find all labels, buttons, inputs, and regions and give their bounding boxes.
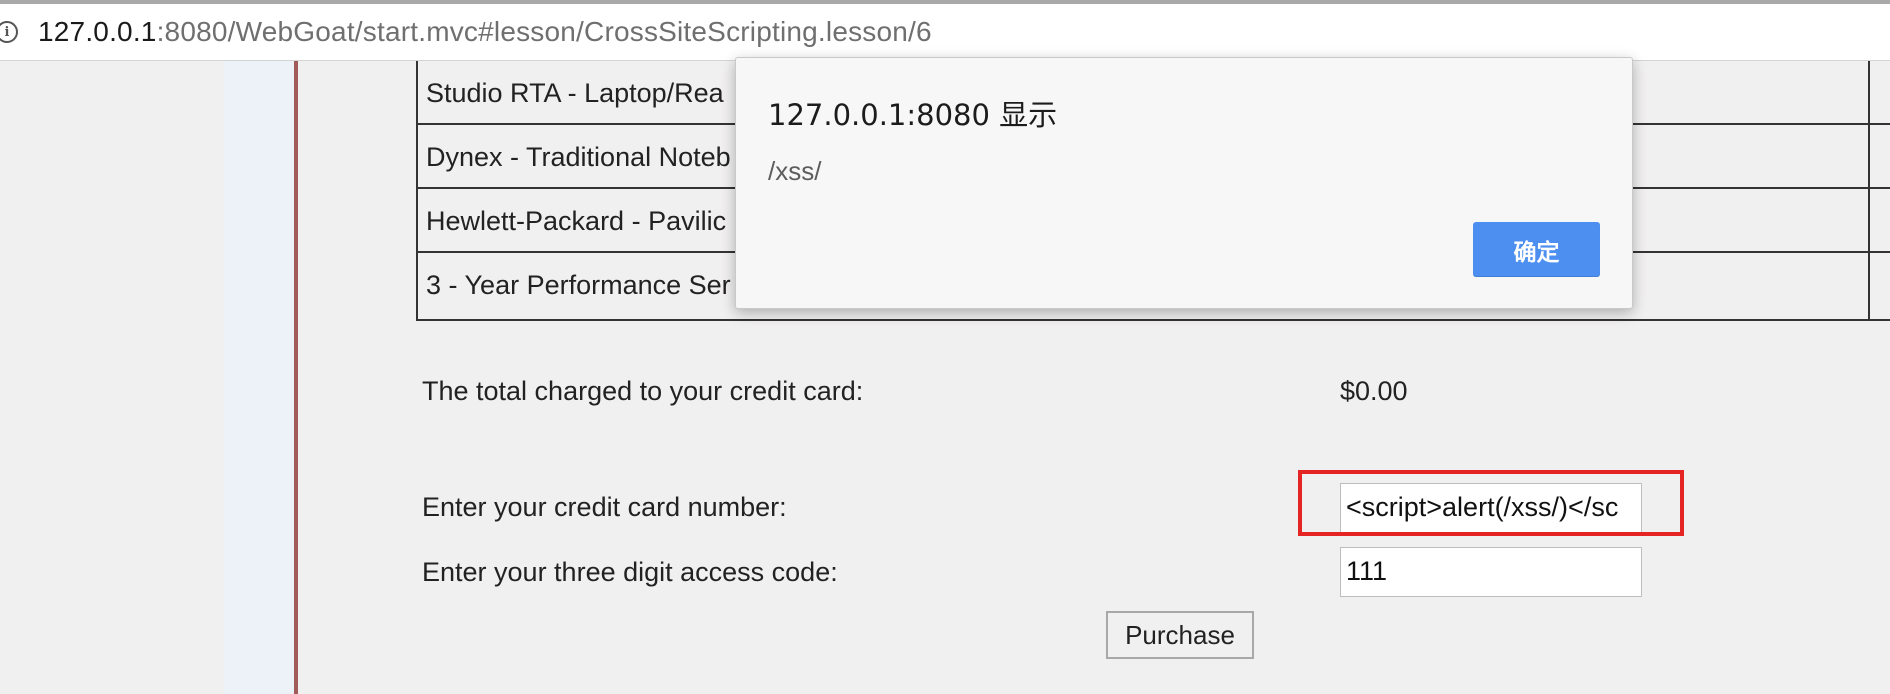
url-path: :8080/WebGoat/start.mvc#lesson/CrossSite… <box>156 16 932 47</box>
dialog-message: /xss/ <box>768 156 822 186</box>
product-name: Dynex - Traditional Noteb <box>426 142 731 172</box>
total-value: $0.00 <box>1340 376 1408 406</box>
product-name: 3 - Year Performance Ser <box>426 270 731 300</box>
purchase-button[interactable]: Purchase <box>1106 611 1254 659</box>
product-name: Studio RTA - Laptop/Rea <box>426 78 724 108</box>
address-bar[interactable]: i 127.0.0.1:8080/WebGoat/start.mvc#lesso… <box>0 4 1890 61</box>
page-gutter <box>0 61 224 694</box>
credit-card-input[interactable]: <script>alert(/xss/)</sc <box>1340 483 1642 533</box>
column-divider <box>1868 253 1870 319</box>
column-divider <box>1868 61 1870 123</box>
alert-dialog: 127.0.0.1:8080 显示 /xss/ 确定 <box>735 57 1633 309</box>
total-label: The total charged to your credit card: <box>422 376 864 406</box>
content-left-border <box>294 61 298 694</box>
column-divider <box>1868 125 1870 187</box>
site-info-icon[interactable]: i <box>0 21 18 43</box>
credit-card-label: Enter your credit card number: <box>422 492 787 522</box>
access-code-input[interactable]: 111 <box>1340 547 1642 597</box>
dialog-title: 127.0.0.1:8080 显示 <box>768 98 1058 132</box>
column-divider <box>1868 189 1870 251</box>
url-host: 127.0.0.1 <box>38 16 157 47</box>
access-code-label: Enter your three digit access code: <box>422 557 838 587</box>
lesson-nav-strip <box>224 61 294 694</box>
url-text[interactable]: 127.0.0.1:8080/WebGoat/start.mvc#lesson/… <box>38 16 932 48</box>
ok-button[interactable]: 确定 <box>1473 222 1600 277</box>
product-name: Hewlett-Packard - Pavilic <box>426 206 727 236</box>
